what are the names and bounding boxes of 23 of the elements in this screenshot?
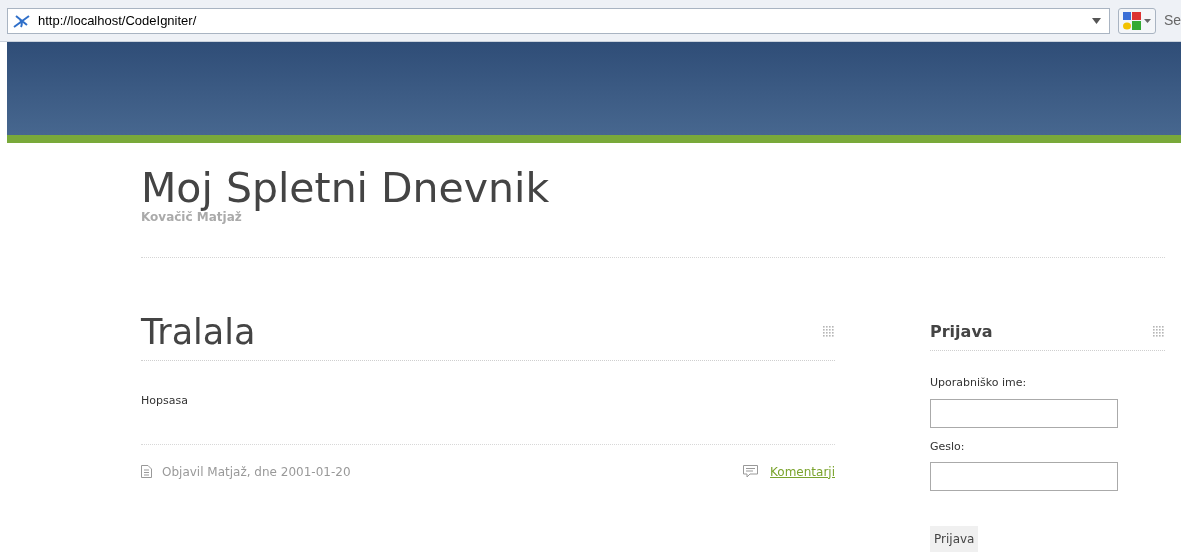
- post-meta: Objavil Matjaž, dne 2001-01-20: [162, 463, 351, 481]
- search-field[interactable]: Se: [1163, 10, 1181, 31]
- login-button[interactable]: Prijava: [930, 526, 979, 552]
- site-subtitle: Kovačič Matjaž: [141, 210, 242, 224]
- sparkle-icon: [12, 12, 32, 29]
- search-provider-button[interactable]: [1117, 7, 1156, 34]
- url-text: http://localhost/CodeIgniter/: [38, 11, 198, 30]
- drag-handle-icon: [1153, 326, 1165, 338]
- colored-blocks-icon: [1122, 11, 1141, 30]
- document-icon: [141, 465, 152, 478]
- post-body: Hopsasa: [141, 361, 835, 445]
- input-field[interactable]: [930, 462, 1118, 491]
- sidebar-title: Prijava: [930, 321, 993, 343]
- input-field[interactable]: [930, 398, 1118, 428]
- drag-handle-icon: [823, 326, 835, 338]
- speech-bubble-icon: [743, 465, 759, 478]
- field-label: Geslo:: [930, 438, 966, 455]
- address-bar[interactable]: http://localhost/CodeIgniter/: [7, 7, 1110, 34]
- dropdown-arrow-icon: [1143, 18, 1151, 23]
- field-label: Uporabniško ime:: [930, 375, 1028, 391]
- site-title: Moj Spletni Dnevnik: [141, 167, 550, 209]
- dropdown-arrow-icon[interactable]: [1091, 17, 1101, 24]
- post-title: Tralala: [141, 311, 256, 354]
